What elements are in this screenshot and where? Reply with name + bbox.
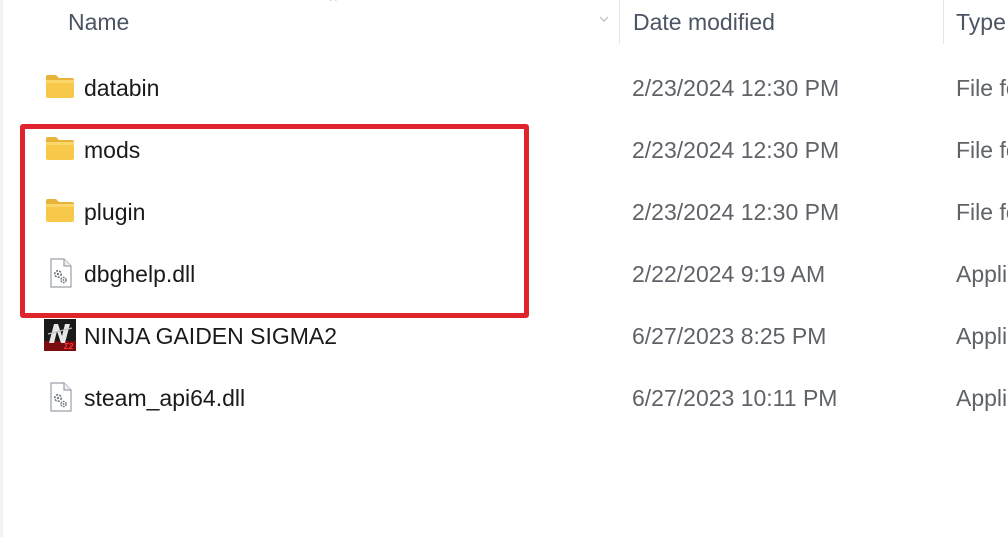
ninja-gaiden-app-icon: Σ2 <box>44 319 76 351</box>
file-row-steam-api64-dll[interactable]: steam_api64.dll 6/27/2023 10:11 PM Appli… <box>0 367 1008 429</box>
file-name: plugin <box>84 199 146 225</box>
file-row-mods[interactable]: mods 2/23/2024 12:30 PM File folder <box>0 119 1008 181</box>
column-chevron-icon[interactable] <box>597 12 611 26</box>
file-explorer-window: ^ Name Date modified Type databin 2/23/2… <box>0 0 1008 537</box>
folder-icon <box>46 75 74 98</box>
file-date-modified: 2/23/2024 12:30 PM <box>632 75 840 101</box>
column-header-row: ^ Name Date modified Type <box>0 0 1008 44</box>
file-row-plugin[interactable]: plugin 2/23/2024 12:30 PM File folder <box>0 181 1008 243</box>
file-type: Application extension <box>956 385 1008 411</box>
file-date-modified: 6/27/2023 8:25 PM <box>632 323 827 349</box>
file-row-databin[interactable]: databin 2/23/2024 12:30 PM File folder <box>0 57 1008 119</box>
file-type: File folder <box>956 199 1008 225</box>
column-header-name[interactable]: Name <box>68 0 618 44</box>
file-date-modified: 2/22/2024 9:19 AM <box>632 261 826 287</box>
file-type: Application extension <box>956 261 1008 287</box>
file-row-ninja-gaiden-sigma2[interactable]: Σ2 NINJA GAIDEN SIGMA2 6/27/2023 8:25 PM… <box>0 305 1008 367</box>
file-name: NINJA GAIDEN SIGMA2 <box>84 323 338 349</box>
file-name: mods <box>84 137 141 163</box>
file-row-dbghelp-dll[interactable]: dbghelp.dll 2/22/2024 9:19 AM Applicatio… <box>0 243 1008 305</box>
dll-file-icon <box>50 382 72 412</box>
folder-icon <box>46 199 74 222</box>
column-header-date-modified[interactable]: Date modified <box>633 0 943 44</box>
file-type: File folder <box>956 75 1008 101</box>
column-divider[interactable] <box>943 0 944 44</box>
svg-text:Σ2: Σ2 <box>63 342 74 351</box>
column-divider[interactable] <box>619 0 620 44</box>
file-name: dbghelp.dll <box>84 261 196 287</box>
file-name: steam_api64.dll <box>84 385 246 411</box>
file-date-modified: 2/23/2024 12:30 PM <box>632 199 840 225</box>
file-date-modified: 6/27/2023 10:11 PM <box>632 385 838 411</box>
file-type: File folder <box>956 137 1008 163</box>
file-type: Application <box>956 323 1008 349</box>
folder-icon <box>46 137 74 160</box>
file-date-modified: 2/23/2024 12:30 PM <box>632 137 840 163</box>
file-name: databin <box>84 75 160 101</box>
dll-file-icon <box>50 258 72 288</box>
column-header-type[interactable]: Type <box>956 0 1008 44</box>
